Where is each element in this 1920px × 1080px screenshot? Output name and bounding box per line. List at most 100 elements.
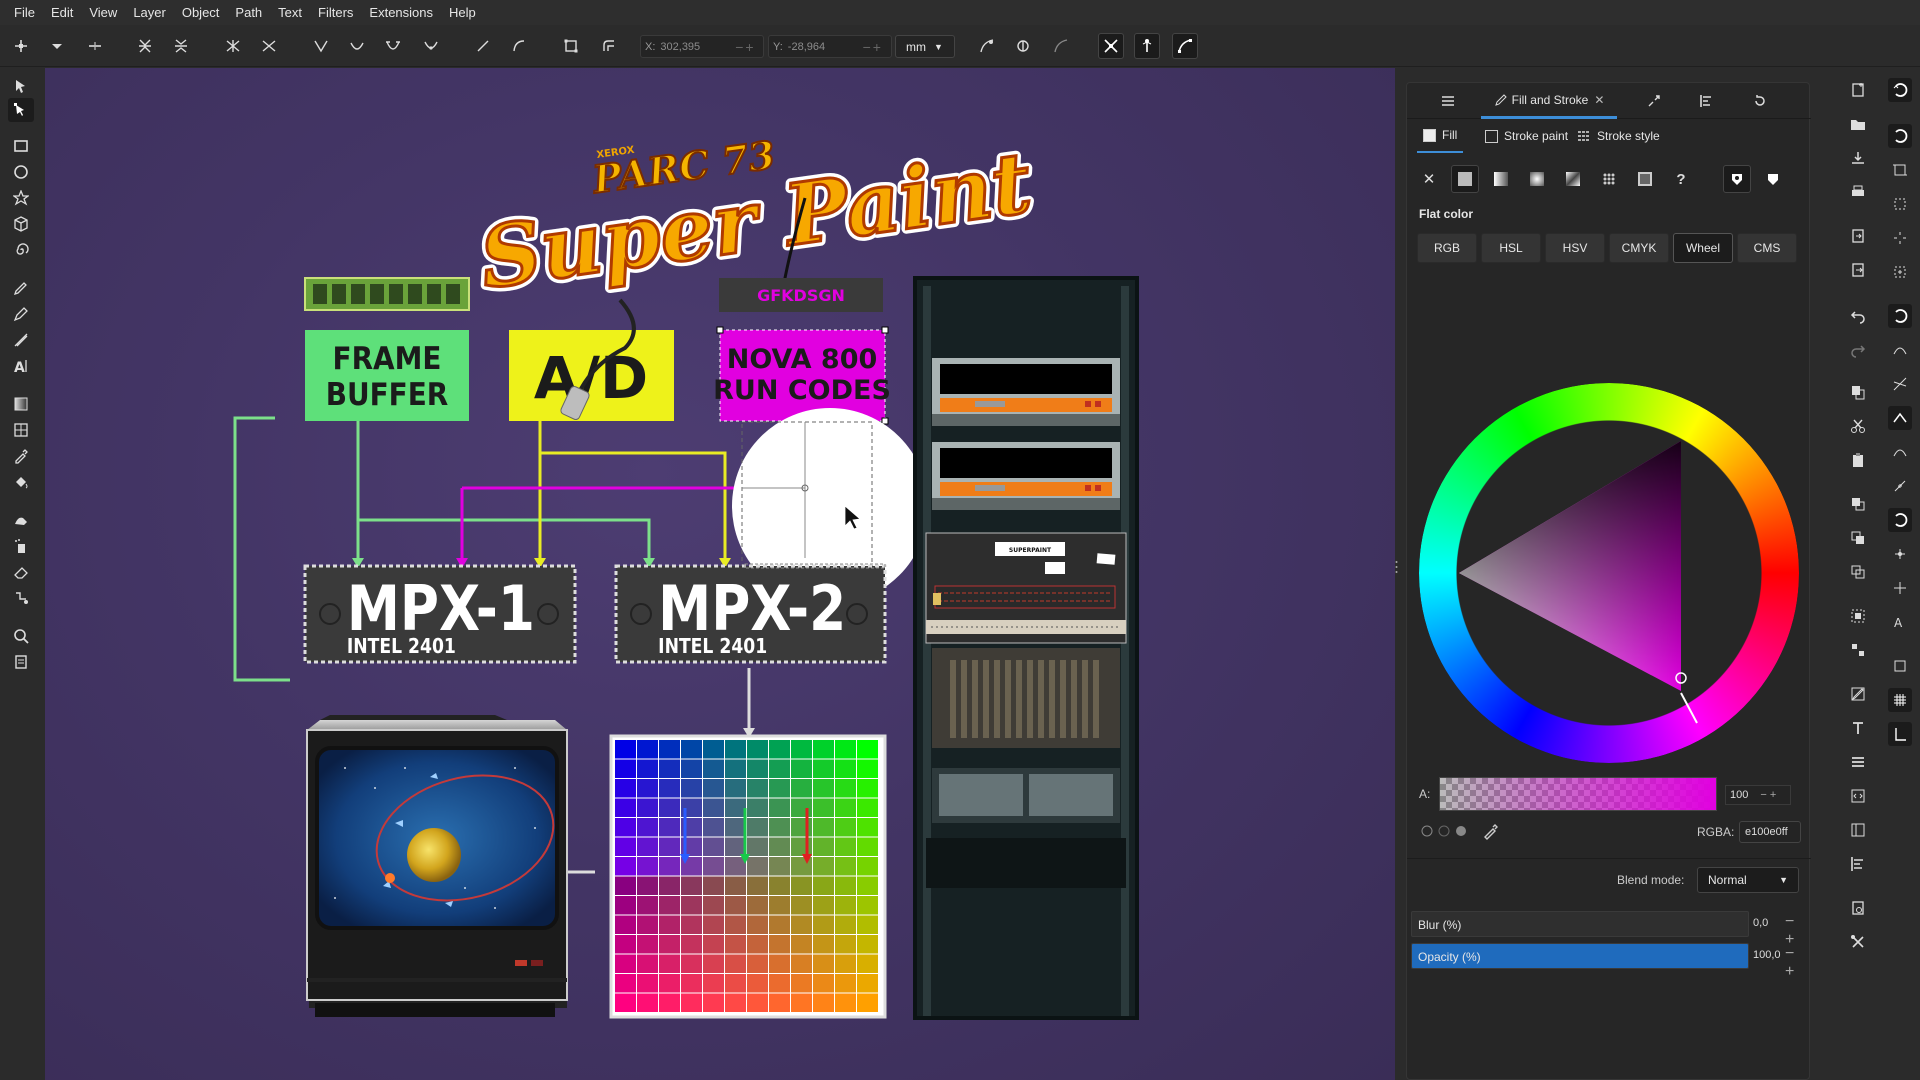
- show-path-icon[interactable]: [1172, 33, 1198, 59]
- blur-slider[interactable]: Blur (%): [1411, 911, 1749, 937]
- insert-dropdown-icon[interactable]: [44, 33, 70, 59]
- menu-layer[interactable]: Layer: [125, 0, 174, 25]
- menu-text[interactable]: Text: [270, 0, 310, 25]
- tab-fill-and-stroke[interactable]: Fill and Stroke ✕: [1481, 83, 1617, 119]
- spray-tool-icon[interactable]: [8, 534, 34, 558]
- no-paint-icon[interactable]: ✕: [1415, 165, 1443, 193]
- objects-panel-icon[interactable]: [1846, 818, 1870, 842]
- export-icon[interactable]: [1846, 258, 1870, 282]
- mode-hsv[interactable]: HSV: [1545, 233, 1605, 263]
- curve-segment-icon[interactable]: [506, 33, 532, 59]
- tab-fill[interactable]: Fill: [1417, 119, 1464, 153]
- snap-object-center-icon[interactable]: [1888, 542, 1912, 566]
- paint-bucket-tool-icon[interactable]: [8, 470, 34, 494]
- menu-extensions[interactable]: Extensions: [361, 0, 441, 25]
- rgba-input[interactable]: e100e0ff: [1739, 821, 1801, 843]
- break-path-icon[interactable]: [168, 33, 194, 59]
- snap-bbox-edges-icon[interactable]: [1888, 158, 1912, 182]
- insert-node-icon[interactable]: [8, 33, 34, 59]
- equipment-rack[interactable]: SUPERPAINT: [913, 276, 1139, 1020]
- snap-line-midpoints-icon[interactable]: [1888, 474, 1912, 498]
- text-font-icon[interactable]: [1846, 716, 1870, 740]
- undo-icon[interactable]: [1846, 304, 1870, 328]
- join-nodes-icon[interactable]: [132, 33, 158, 59]
- opacity-stepper[interactable]: −+: [1785, 945, 1807, 981]
- mode-rgb[interactable]: RGB: [1417, 233, 1477, 263]
- snap-center-icon[interactable]: [1888, 260, 1912, 284]
- snap-bbox-corners-icon[interactable]: [1888, 192, 1912, 216]
- auto-smooth-node-icon[interactable]: [418, 33, 444, 59]
- unit-select[interactable]: mm ▼: [895, 35, 955, 58]
- show-transform-handles-icon[interactable]: [1098, 33, 1124, 59]
- x-coordinate-field[interactable]: X: 302,395 −+: [640, 35, 764, 58]
- align-tab-icon[interactable]: [1691, 83, 1721, 119]
- redo-icon[interactable]: [1846, 338, 1870, 362]
- show-path-outline-icon[interactable]: [1048, 33, 1074, 59]
- show-handles-icon[interactable]: [1134, 33, 1160, 59]
- clone-icon[interactable]: [1846, 526, 1870, 550]
- connector-tool-icon[interactable]: [8, 586, 34, 610]
- 3d-box-tool-icon[interactable]: [8, 212, 34, 236]
- snap-cusp-icon[interactable]: [1888, 406, 1912, 430]
- node-tool-icon[interactable]: [8, 98, 34, 122]
- copy-icon[interactable]: [1846, 380, 1870, 404]
- snap-intersections-icon[interactable]: [1888, 372, 1912, 396]
- snap-page-border-icon[interactable]: [1888, 654, 1912, 678]
- mode-wheel[interactable]: Wheel: [1673, 233, 1733, 263]
- open-file-icon[interactable]: [1846, 112, 1870, 136]
- nova-box[interactable]: NOVA 800 RUN CODES: [713, 326, 891, 425]
- delete-node-icon[interactable]: [82, 33, 108, 59]
- star-tool-icon[interactable]: [8, 186, 34, 210]
- text-tool-icon[interactable]: A: [8, 354, 34, 378]
- menu-help[interactable]: Help: [441, 0, 484, 25]
- snap-bbox-icon[interactable]: [1888, 124, 1912, 148]
- duplicate-icon[interactable]: [1846, 492, 1870, 516]
- symmetric-node-icon[interactable]: [380, 33, 406, 59]
- x-value[interactable]: 302,395: [660, 41, 732, 53]
- opacity-slider[interactable]: Opacity (%): [1411, 943, 1749, 969]
- document-properties-icon[interactable]: [1846, 896, 1870, 920]
- snap-others-icon[interactable]: [1888, 508, 1912, 532]
- mpx1-chip[interactable]: MPX-1 INTEL 2401: [303, 564, 577, 664]
- mesh-tool-icon[interactable]: [8, 418, 34, 442]
- blend-mode-select[interactable]: Normal ▼: [1697, 867, 1799, 893]
- close-icon[interactable]: ✕: [1594, 93, 1604, 107]
- eraser-tool-icon[interactable]: [8, 560, 34, 584]
- pattern-icon[interactable]: [1595, 165, 1623, 193]
- print-icon[interactable]: [1846, 180, 1870, 204]
- pen-tool-icon[interactable]: [8, 276, 34, 300]
- smooth-node-icon[interactable]: [344, 33, 370, 59]
- paste-icon[interactable]: [1846, 448, 1870, 472]
- menu-object[interactable]: Object: [174, 0, 228, 25]
- x-stepper[interactable]: −+: [732, 39, 758, 55]
- mesh-gradient-icon[interactable]: [1559, 165, 1587, 193]
- fill-stroke-icon[interactable]: [1846, 682, 1870, 706]
- xml-editor-icon[interactable]: [1846, 784, 1870, 808]
- line-segment-icon[interactable]: [470, 33, 496, 59]
- color-wheel[interactable]: [1419, 383, 1799, 763]
- snap-text-baseline-icon[interactable]: A: [1888, 610, 1912, 634]
- tweak-tool-icon[interactable]: [8, 508, 34, 532]
- mpx2-chip[interactable]: MPX-2 INTEL 2401: [614, 563, 887, 664]
- cut-icon[interactable]: [1846, 414, 1870, 438]
- preferences-icon[interactable]: [1846, 930, 1870, 954]
- ungroup-icon[interactable]: [1846, 638, 1870, 662]
- gradient-tool-icon[interactable]: [8, 392, 34, 416]
- stroke-to-path-icon[interactable]: [596, 33, 622, 59]
- snap-rotation-center-icon[interactable]: [1888, 576, 1912, 600]
- snap-smooth-icon[interactable]: [1888, 440, 1912, 464]
- pages-tool-icon[interactable]: [8, 650, 34, 674]
- calligraphy-tool-icon[interactable]: [8, 328, 34, 352]
- mode-cms[interactable]: CMS: [1737, 233, 1797, 263]
- new-document-icon[interactable]: [1846, 78, 1870, 102]
- snap-midpoints-icon[interactable]: [1888, 226, 1912, 250]
- linear-gradient-icon[interactable]: [1487, 165, 1515, 193]
- group-icon[interactable]: [1846, 604, 1870, 628]
- save-icon[interactable]: [1846, 146, 1870, 170]
- alpha-value-field[interactable]: 100 − +: [1725, 785, 1791, 805]
- unlink-clone-icon[interactable]: [1846, 560, 1870, 584]
- snap-guide-icon[interactable]: [1888, 722, 1912, 746]
- flat-color-icon[interactable]: [1451, 165, 1479, 193]
- edit-clip-icon[interactable]: [974, 33, 1000, 59]
- edit-mask-icon[interactable]: [1010, 33, 1036, 59]
